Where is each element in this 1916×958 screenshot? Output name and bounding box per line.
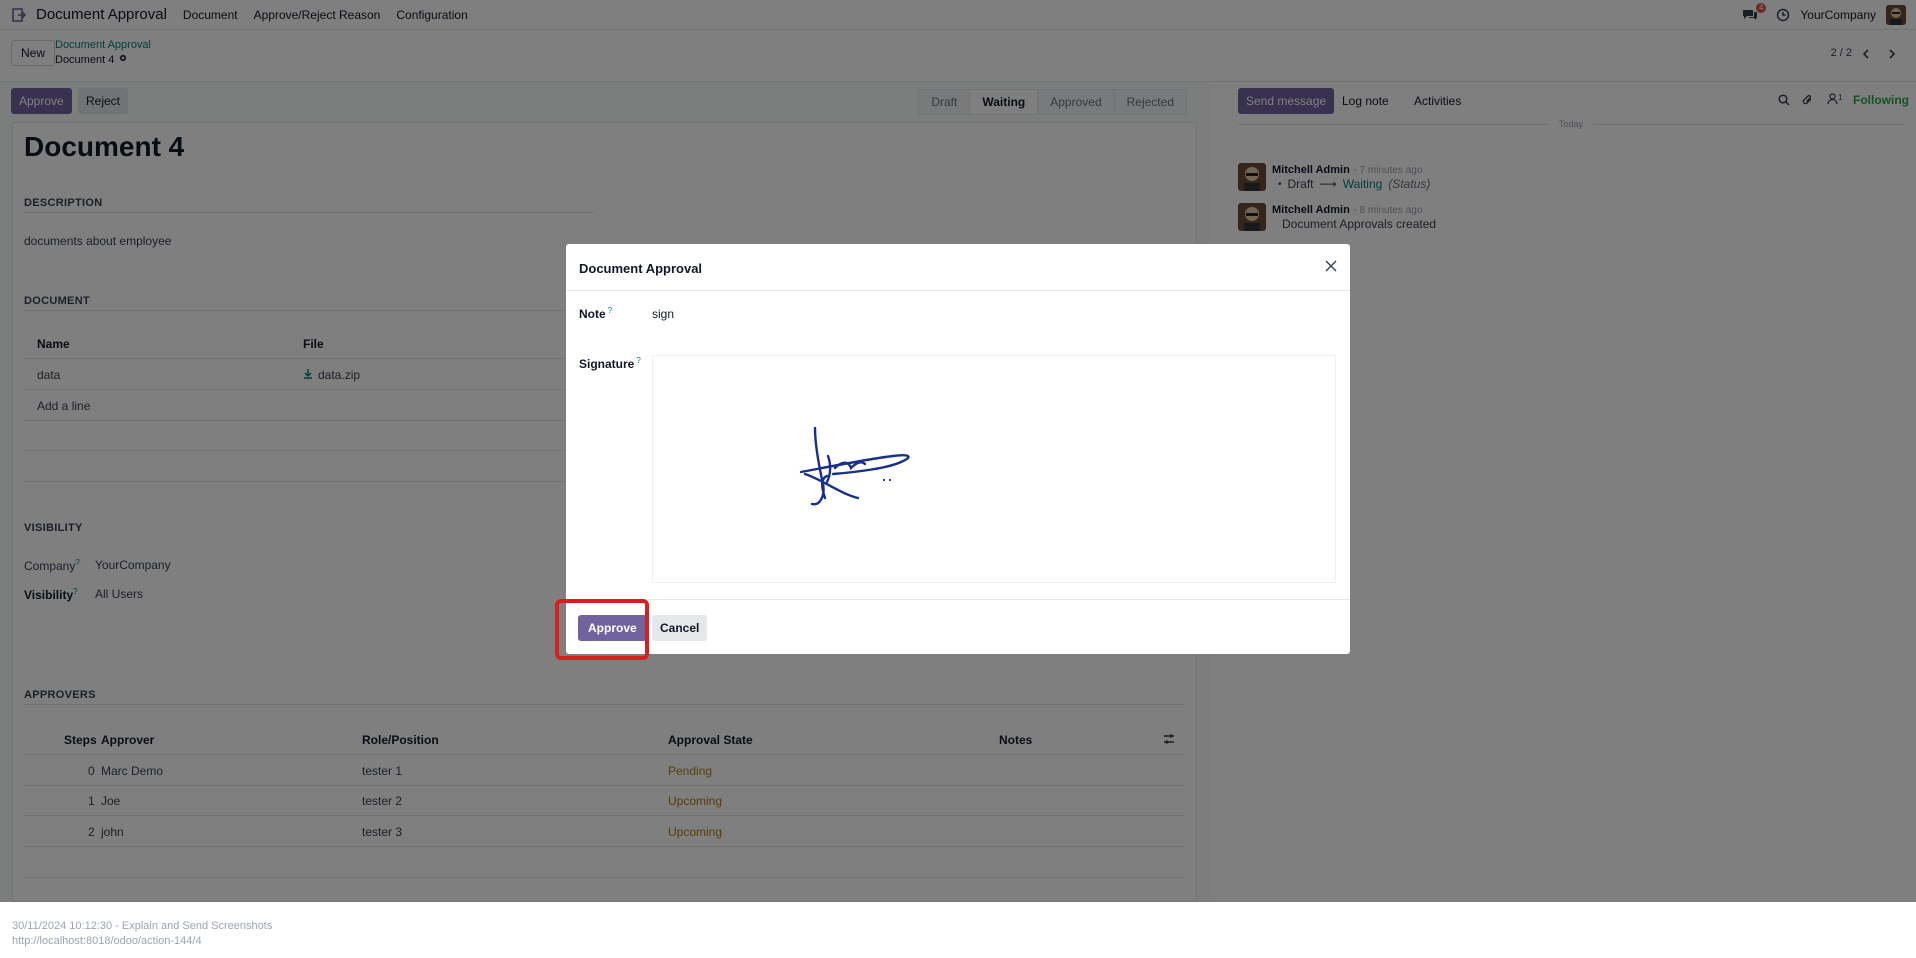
signature-label-text: Signature	[579, 357, 635, 371]
note-label-text: Note	[579, 307, 606, 321]
note-label: Note?	[579, 306, 613, 321]
dialog-footer: Approve Cancel	[566, 599, 1350, 654]
dialog-header: Document Approval	[566, 244, 1350, 291]
note-input[interactable]: sign	[652, 307, 674, 321]
screenshot-footer: 30/11/2024 10:12:30 - Explain and Send S…	[0, 902, 1916, 958]
signature-label: Signature?	[579, 356, 641, 371]
annotation-highlight-box	[555, 599, 649, 660]
approval-dialog: Document Approval Note? sign Signature? …	[566, 244, 1350, 654]
signature-drawing	[799, 426, 910, 506]
footer-url: http://localhost:8018/odoo/action-144/4	[12, 935, 202, 947]
dialog-title: Document Approval	[579, 261, 703, 276]
signature-pad[interactable]	[652, 355, 1336, 583]
footer-timestamp: 30/11/2024 10:12:30 - Explain and Send S…	[12, 920, 273, 932]
close-icon[interactable]	[1322, 257, 1340, 275]
dialog-cancel-button[interactable]: Cancel	[652, 615, 708, 641]
